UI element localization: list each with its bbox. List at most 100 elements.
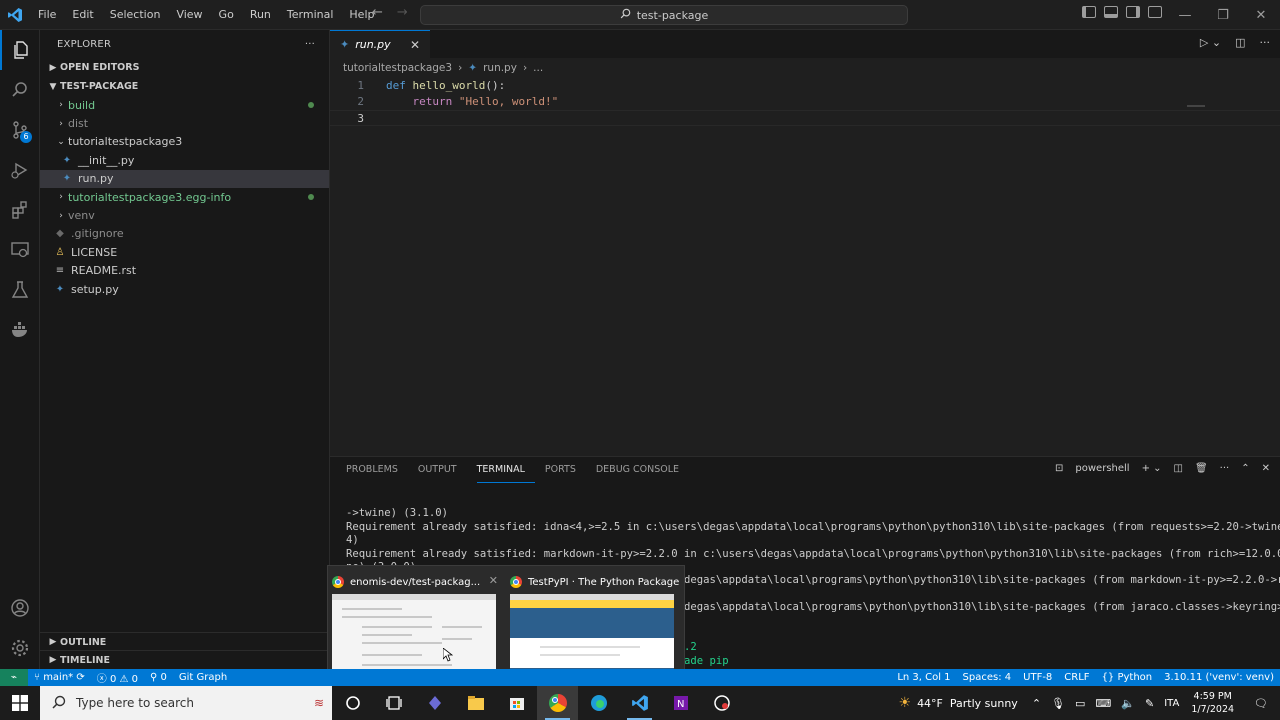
menu-go[interactable]: Go bbox=[211, 0, 242, 30]
windows-start-icon[interactable] bbox=[0, 686, 40, 720]
line-ending[interactable]: CRLF bbox=[1058, 672, 1095, 683]
breadcrumb-folder[interactable]: tutorialtestpackage3 bbox=[343, 62, 452, 74]
edge-icon[interactable] bbox=[578, 686, 619, 720]
cursor-position[interactable]: Ln 3, Col 1 bbox=[891, 672, 956, 683]
explorer-icon[interactable] bbox=[0, 30, 40, 70]
toggle-primary-sidebar-icon[interactable] bbox=[1082, 6, 1096, 18]
outline-section[interactable]: ▶ OUTLINE bbox=[40, 632, 330, 651]
close-panel-icon[interactable]: ✕ bbox=[1262, 463, 1270, 474]
more-actions-icon[interactable]: ··· bbox=[1260, 36, 1271, 49]
git-graph-button[interactable]: Git Graph bbox=[173, 672, 233, 683]
split-editor-icon[interactable]: ◫ bbox=[1235, 36, 1245, 49]
taskbar-search-input[interactable]: Type here to search ≋ bbox=[40, 686, 332, 720]
tree-folder-egg-info[interactable]: › tutorialtestpackage3.egg-info bbox=[40, 188, 329, 206]
tree-file-init[interactable]: ✦ __init__.py bbox=[40, 151, 329, 169]
ports-status[interactable]: ⚲ 0 bbox=[144, 672, 173, 683]
more-actions-icon[interactable]: ··· bbox=[305, 39, 315, 50]
battery-icon[interactable]: ▭ bbox=[1075, 697, 1085, 710]
task-view-icon[interactable] bbox=[373, 686, 414, 720]
command-center[interactable]: test-package bbox=[420, 5, 908, 25]
weather-text[interactable]: 44°F Partly sunny bbox=[917, 697, 1018, 710]
network-icon[interactable]: ⌨ bbox=[1095, 697, 1111, 710]
copilot-app-icon[interactable] bbox=[414, 686, 455, 720]
input-language[interactable]: ITA bbox=[1164, 698, 1179, 709]
git-branch[interactable]: ⑂ main* ⟳ bbox=[28, 672, 91, 683]
tree-file-license[interactable]: ♙ LICENSE bbox=[40, 243, 329, 261]
chevron-up-icon[interactable]: ⌃ bbox=[1032, 697, 1041, 710]
microphone-icon[interactable]: 🎙 bbox=[1051, 697, 1065, 710]
forward-arrow-icon[interactable]: → bbox=[397, 5, 408, 20]
snipping-tool-icon[interactable] bbox=[701, 686, 742, 720]
cortana-icon[interactable] bbox=[332, 686, 373, 720]
chrome-taskbar-icon[interactable] bbox=[537, 686, 578, 720]
docker-icon[interactable] bbox=[0, 310, 40, 350]
tree-folder-tutorialtestpackage3[interactable]: ⌄ tutorialtestpackage3 bbox=[40, 133, 329, 151]
minimap[interactable] bbox=[1187, 105, 1205, 107]
manage-gear-icon[interactable] bbox=[0, 628, 40, 668]
encoding[interactable]: UTF-8 bbox=[1017, 672, 1058, 683]
tree-file-gitignore[interactable]: ◆ .gitignore bbox=[40, 225, 329, 243]
open-editors-section[interactable]: ▶ OPEN EDITORS bbox=[40, 58, 329, 77]
thumbnail-github[interactable]: enomis-dev/test-packag... ✕ bbox=[332, 570, 502, 682]
minimize-button[interactable]: — bbox=[1166, 0, 1204, 30]
close-tab-icon[interactable]: ✕ bbox=[410, 38, 420, 52]
vscode-taskbar-icon[interactable] bbox=[619, 686, 660, 720]
accounts-icon[interactable] bbox=[0, 588, 40, 628]
tab-debug-console[interactable]: DEBUG CONSOLE bbox=[596, 457, 689, 483]
maximize-button[interactable]: ❐ bbox=[1204, 0, 1242, 30]
shell-name[interactable]: powershell bbox=[1075, 463, 1129, 474]
toggle-panel-icon[interactable] bbox=[1104, 6, 1118, 18]
menu-terminal[interactable]: Terminal bbox=[279, 0, 342, 30]
source-control-icon[interactable]: 6 bbox=[0, 110, 40, 150]
file-explorer-icon[interactable] bbox=[455, 686, 496, 720]
tree-folder-build[interactable]: › build bbox=[40, 96, 329, 114]
back-arrow-icon[interactable]: ← bbox=[372, 5, 383, 20]
run-file-icon[interactable]: ▷ ⌄ bbox=[1200, 36, 1221, 49]
more-actions-icon[interactable]: ··· bbox=[1220, 463, 1230, 474]
weather-icon[interactable]: ☀ bbox=[899, 695, 912, 711]
menu-view[interactable]: View bbox=[168, 0, 210, 30]
tab-terminal[interactable]: TERMINAL bbox=[476, 457, 535, 483]
close-icon[interactable]: ✕ bbox=[489, 574, 498, 587]
remote-indicator-icon[interactable]: ⌁ bbox=[0, 669, 28, 686]
menu-run[interactable]: Run bbox=[242, 0, 279, 30]
pen-icon[interactable]: ✎ bbox=[1145, 697, 1154, 710]
notifications-icon[interactable]: 🗨 bbox=[1242, 697, 1280, 710]
close-window-button[interactable]: ✕ bbox=[1242, 0, 1280, 30]
menu-edit[interactable]: Edit bbox=[64, 0, 101, 30]
onenote-icon[interactable]: N bbox=[660, 686, 701, 720]
volume-icon[interactable]: 🔈 bbox=[1121, 697, 1135, 710]
testing-icon[interactable] bbox=[0, 270, 40, 310]
code-editor[interactable]: 1 def hello_world(): 2 return "Hello, wo… bbox=[330, 78, 1280, 126]
chevron-up-icon[interactable]: ⌃ bbox=[1241, 463, 1249, 474]
project-section[interactable]: ▼ TEST-PACKAGE bbox=[40, 77, 329, 96]
clock[interactable]: 4:59 PM 1/7/2024 bbox=[1183, 690, 1242, 716]
menu-file[interactable]: File bbox=[30, 0, 64, 30]
problems-status[interactable]: ⓧ 0 ⚠ 0 bbox=[91, 670, 144, 685]
python-interpreter[interactable]: 3.10.11 ('venv': venv) bbox=[1158, 672, 1280, 683]
tree-file-readme[interactable]: ≡ README.rst bbox=[40, 262, 329, 280]
trash-icon[interactable]: 🗑 bbox=[1195, 463, 1208, 474]
tree-file-run[interactable]: ✦ run.py bbox=[40, 169, 329, 188]
tab-run-py[interactable]: ✦ run.py ✕ bbox=[330, 30, 430, 58]
timeline-section[interactable]: ▶ TIMELINE bbox=[40, 650, 330, 669]
search-view-icon[interactable] bbox=[0, 70, 40, 110]
new-terminal-icon[interactable]: + ⌄ bbox=[1142, 463, 1162, 474]
customize-layout-icon[interactable] bbox=[1148, 6, 1162, 18]
tree-folder-venv[interactable]: › venv bbox=[40, 206, 329, 224]
menu-selection[interactable]: Selection bbox=[102, 0, 169, 30]
extensions-icon[interactable] bbox=[0, 190, 40, 230]
tab-problems[interactable]: PROBLEMS bbox=[346, 457, 408, 483]
language-mode[interactable]: {} Python bbox=[1096, 672, 1159, 683]
tab-ports[interactable]: PORTS bbox=[545, 457, 586, 483]
tree-file-setup[interactable]: ✦ setup.py bbox=[40, 280, 329, 298]
tab-output[interactable]: OUTPUT bbox=[418, 457, 467, 483]
toggle-secondary-sidebar-icon[interactable] bbox=[1126, 6, 1140, 18]
breadcrumb-file[interactable]: run.py bbox=[483, 62, 517, 74]
run-debug-icon[interactable] bbox=[0, 150, 40, 190]
microsoft-store-icon[interactable] bbox=[496, 686, 537, 720]
indentation[interactable]: Spaces: 4 bbox=[957, 672, 1018, 683]
breadcrumb-symbol[interactable]: ... bbox=[533, 62, 543, 74]
remote-explorer-icon[interactable] bbox=[0, 230, 40, 270]
split-terminal-icon[interactable]: ◫ bbox=[1174, 463, 1183, 474]
